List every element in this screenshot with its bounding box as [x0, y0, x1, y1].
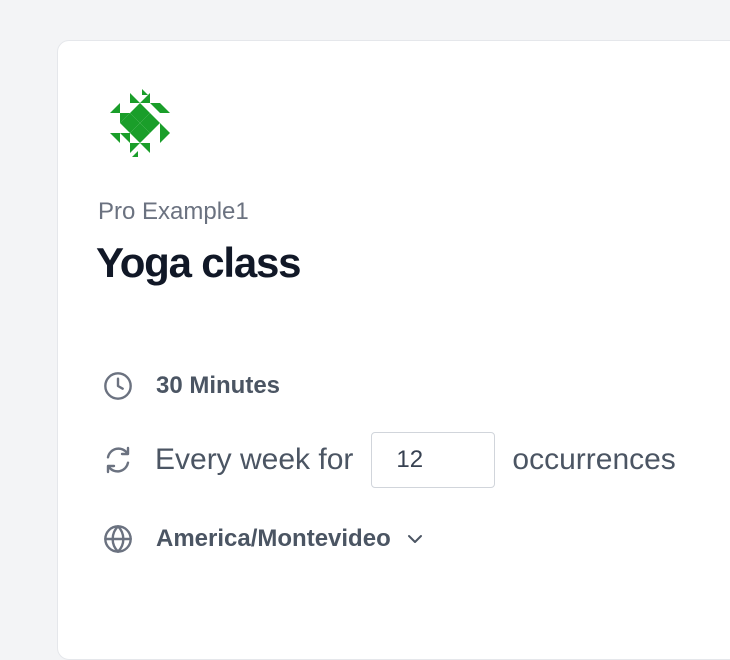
timezone-row: America/Montevideo: [102, 523, 427, 555]
profile-name: Pro Example1: [98, 198, 249, 225]
occurrences-input[interactable]: [371, 432, 496, 488]
recurrence-prefix: Every week for: [155, 443, 354, 476]
event-title: Yoga class: [96, 239, 302, 286]
refresh-icon: [106, 446, 130, 474]
duration-label: 30 Minutes: [156, 372, 281, 399]
timezone-select[interactable]: America/Montevideo: [156, 525, 427, 553]
recurrence-row: Every week for occurrences: [102, 432, 676, 488]
chevron-down-icon: [407, 535, 422, 543]
globe-icon: [104, 525, 132, 553]
duration-row: 30 Minutes: [102, 370, 280, 402]
booking-card: Pro Example1 Yoga class 30 Minutes Every…: [57, 40, 730, 660]
clock-icon: [104, 372, 132, 400]
pinwheel-logo-icon: [110, 89, 170, 157]
recurrence-suffix: occurrences: [512, 443, 676, 476]
timezone-label: America/Montevideo: [156, 525, 391, 552]
